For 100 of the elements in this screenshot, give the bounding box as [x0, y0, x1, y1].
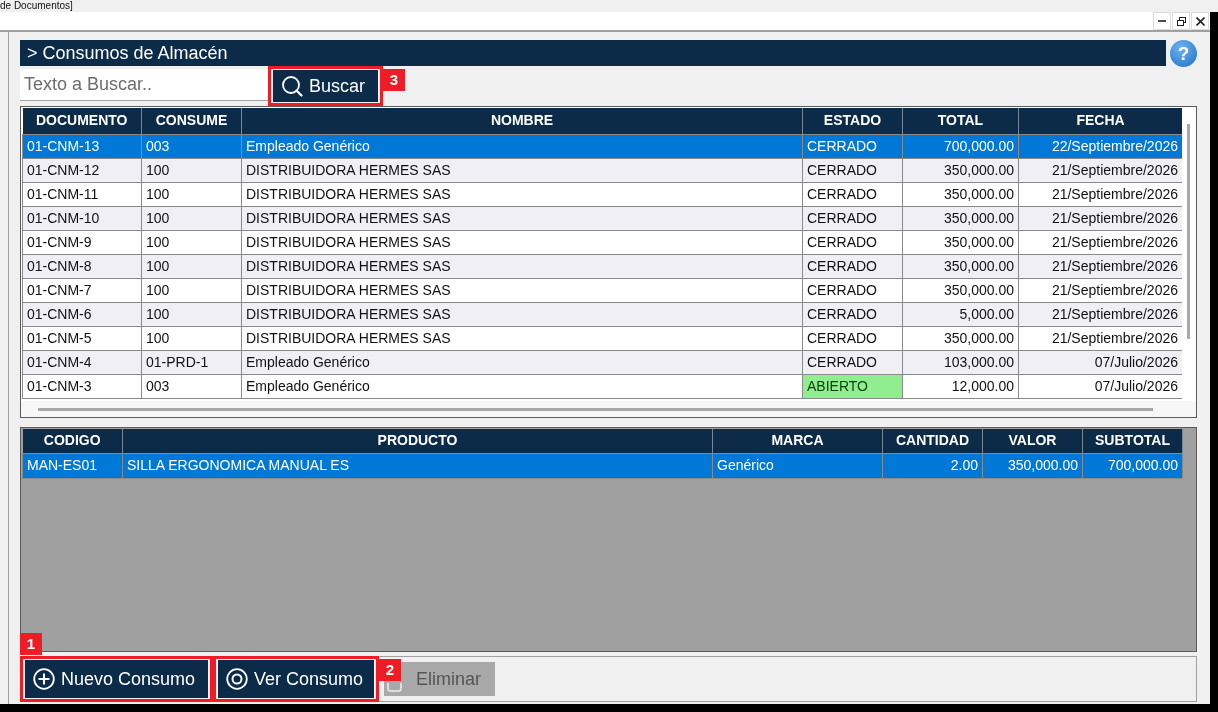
column-header: FECHA [1018, 108, 1182, 134]
table-cell: 100 [141, 326, 242, 350]
table-cell: DISTRIBUIDORA HERMES SAS [241, 206, 803, 230]
table-cell: CERRADO [802, 326, 903, 350]
column-header: CODIGO [22, 429, 123, 453]
eye-icon [226, 668, 248, 690]
section-title: > Consumos de Almacén [20, 40, 1166, 66]
column-header: TOTAL [902, 108, 1019, 134]
table-cell: SILLA ERGONOMICA MANUAL ES [122, 453, 713, 478]
plus-circle-icon [33, 668, 55, 690]
restore-button[interactable] [1172, 12, 1190, 30]
new-button[interactable]: Nuevo Consumo [25, 660, 208, 698]
search-field[interactable]: Texto a Buscar.. [20, 69, 268, 101]
table-cell: 01-CNM-9 [22, 230, 142, 254]
box-icon [387, 683, 402, 692]
table-cell: CERRADO [802, 254, 903, 278]
close-icon [1195, 16, 1205, 26]
scrollbar-thumb[interactable] [1187, 124, 1190, 339]
table-row[interactable]: 01-CNM-13 003 Empleado Genérico CERRADO 700,000.00 22/Septiembre/2026 [22, 134, 1182, 158]
table-cell: DISTRIBUIDORA HERMES SAS [241, 278, 803, 302]
table-cell: 100 [141, 302, 242, 326]
table-cell: MAN-ES01 [22, 453, 123, 478]
close-button[interactable] [1191, 12, 1209, 30]
table-cell: 01-CNM-13 [22, 134, 142, 158]
table-row[interactable]: 01-CNM-10 100 DISTRIBUIDORA HERMES SAS CERRADO 350,000.00 21/Septiembre/2026 [22, 206, 1182, 230]
callout-number: 3 [383, 69, 405, 91]
callout-number: 1 [20, 633, 42, 655]
table-cell: DISTRIBUIDORA HERMES SAS [241, 230, 803, 254]
table-row[interactable]: 01-CNM-5 100 DISTRIBUIDORA HERMES SAS CERRADO 350,000.00 21/Septiembre/2026 [22, 326, 1182, 350]
table-cell: CERRADO [802, 278, 903, 302]
scrollbar-thumb[interactable] [38, 407, 1153, 411]
column-header: CANTIDAD [882, 429, 983, 453]
table-row[interactable]: 01-CNM-4 01-PRD-1 Empleado Genérico CERRADO 103,000.00 07/Julio/2026 [22, 350, 1182, 374]
table-cell: 01-CNM-11 [22, 182, 142, 206]
restore-icon [1176, 16, 1186, 26]
table-cell: 01-CNM-4 [22, 350, 142, 374]
table-cell: CERRADO [802, 134, 903, 158]
table-cell: 350,000.00 [902, 158, 1019, 182]
table-row[interactable]: MAN-ES01 SILLA ERGONOMICA MANUAL ES Genérico 2.00 350,000.00 700,000.00 [22, 453, 1183, 478]
table-cell: 100 [141, 206, 242, 230]
table-cell: 350,000.00 [902, 278, 1019, 302]
table-cell: 103,000.00 [902, 350, 1019, 374]
table-cell: 350,000.00 [902, 206, 1019, 230]
table-cell: 2.00 [882, 453, 983, 478]
table-cell: 700,000.00 [1082, 453, 1183, 478]
window-title: de Documentos] [0, 0, 73, 12]
column-header: PRODUCTO [122, 429, 713, 453]
table-cell: CERRADO [802, 230, 903, 254]
table-cell: 01-CNM-5 [22, 326, 142, 350]
table-cell: 700,000.00 [902, 134, 1019, 158]
table-cell: 350,000.00 [982, 453, 1083, 478]
table-cell: Genérico [712, 453, 883, 478]
table-cell: DISTRIBUIDORA HERMES SAS [241, 182, 803, 206]
table-row[interactable]: 01-CNM-12 100 DISTRIBUIDORA HERMES SAS CERRADO 350,000.00 21/Septiembre/2026 [22, 158, 1182, 182]
column-header: SUBTOTAL [1082, 429, 1183, 453]
column-header: NOMBRE [241, 108, 803, 134]
table-row[interactable]: 01-CNM-9 100 DISTRIBUIDORA HERMES SAS CERRADO 350,000.00 21/Septiembre/2026 [22, 230, 1182, 254]
table-cell: 01-CNM-3 [22, 374, 142, 398]
table-cell: CERRADO [802, 206, 903, 230]
column-header: VALOR [982, 429, 1083, 453]
table-cell: 01-CNM-10 [22, 206, 142, 230]
table-cell: ABIERTO [802, 374, 903, 398]
table-cell: DISTRIBUIDORA HERMES SAS [241, 158, 803, 182]
search-button[interactable]: Buscar [273, 70, 378, 102]
table-cell: CERRADO [802, 350, 903, 374]
table-row[interactable]: 01-CNM-6 100 DISTRIBUIDORA HERMES SAS CERRADO 5,000.00 21/Septiembre/2026 [22, 302, 1182, 326]
table-cell: 350,000.00 [902, 230, 1019, 254]
table-cell: 01-CNM-7 [22, 278, 142, 302]
table-cell: 22/Septiembre/2026 [1018, 134, 1182, 158]
table-cell: 350,000.00 [902, 326, 1019, 350]
table-cell: CERRADO [802, 182, 903, 206]
table-cell: 100 [141, 254, 242, 278]
table-cell: 003 [141, 374, 242, 398]
table-row[interactable]: 01-CNM-8 100 DISTRIBUIDORA HERMES SAS CERRADO 350,000.00 21/Septiembre/2026 [22, 254, 1182, 278]
table-row[interactable]: 01-CNM-3 003 Empleado Genérico ABIERTO 12,000.00 07/Julio/2026 [22, 374, 1182, 398]
table-cell: 100 [141, 182, 242, 206]
minimize-button[interactable] [1153, 12, 1171, 30]
table-cell: 350,000.00 [902, 254, 1019, 278]
column-header: DOCUMENTO [22, 108, 142, 134]
table-cell: 100 [141, 158, 242, 182]
table-cell: CERRADO [802, 302, 903, 326]
column-header: ESTADO [802, 108, 903, 134]
horizontal-scrollbar[interactable] [21, 401, 1196, 417]
column-header: MARCA [712, 429, 883, 453]
table-cell: CERRADO [802, 158, 903, 182]
callout-number: 2 [379, 659, 401, 681]
table-cell: DISTRIBUIDORA HERMES SAS [241, 326, 803, 350]
table-cell: 01-CNM-6 [22, 302, 142, 326]
table-row[interactable]: 01-CNM-11 100 DISTRIBUIDORA HERMES SAS CERRADO 350,000.00 21/Septiembre/2026 [22, 182, 1182, 206]
view-button[interactable]: Ver Consumo [218, 660, 374, 698]
table-cell: DISTRIBUIDORA HERMES SAS [241, 254, 803, 278]
table-cell: 01-CNM-8 [22, 254, 142, 278]
table-row[interactable]: 01-CNM-7 100 DISTRIBUIDORA HERMES SAS CERRADO 350,000.00 21/Septiembre/2026 [22, 278, 1182, 302]
table-cell: Empleado Genérico [241, 374, 803, 398]
table-cell: 100 [141, 278, 242, 302]
table-cell: Empleado Genérico [241, 134, 803, 158]
table-cell: 12,000.00 [902, 374, 1019, 398]
minimize-icon [1158, 20, 1166, 22]
table-cell: 01-CNM-12 [22, 158, 142, 182]
table-cell: DISTRIBUIDORA HERMES SAS [241, 302, 803, 326]
